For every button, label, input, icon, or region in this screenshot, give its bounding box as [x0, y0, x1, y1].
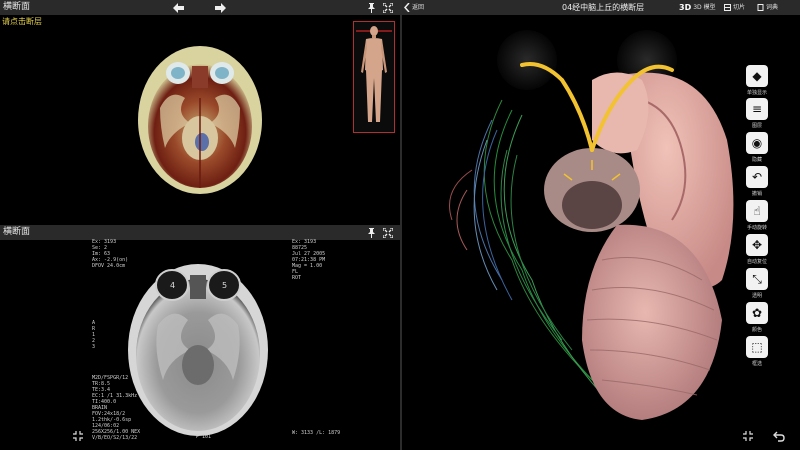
collapse-icon[interactable]	[742, 430, 754, 442]
single-show-icon: ◆	[746, 65, 768, 87]
fullscreen-icon[interactable]	[382, 227, 393, 238]
panel-title: 横断面	[3, 2, 31, 12]
mri-viewer: 横断面 4 5 Ex: 3193 Se: 2 Im: 63 Ax: -2.9(o…	[0, 225, 400, 450]
slice-button[interactable]: 切片	[724, 0, 745, 15]
eye-label-left: 4	[170, 281, 175, 290]
mri-slice-image[interactable]: 4 5	[118, 245, 278, 440]
3d-model-button[interactable]: 3D 3D 模型	[679, 0, 716, 15]
3d-model-viewer: 返回 04经中脑上丘的横断层 3D 3D 模型 切片 词典 ◆ 单独显示 ≡ 图…	[402, 0, 800, 450]
layers-button[interactable]: ≡ 图层	[746, 98, 768, 130]
dictionary-icon	[757, 4, 764, 11]
back-button[interactable]: 返回	[404, 0, 424, 15]
viewer-toolbar: 横断面	[0, 225, 400, 240]
single-show-button[interactable]: ◆ 单独显示	[746, 65, 768, 97]
model-title: 04经中脑上丘的横断层	[562, 3, 645, 12]
undo-icon: ↶	[746, 166, 768, 188]
arrow-right-icon[interactable]	[214, 2, 226, 14]
panel-title: 横断面	[3, 227, 31, 237]
touch-rotate-icon: ☝	[746, 200, 768, 222]
eye-icon: ◉	[746, 132, 768, 154]
layers-icon: ≡	[746, 98, 768, 120]
slice-icon	[724, 4, 731, 11]
palette-icon: ✿	[746, 302, 768, 324]
cross-section-viewer: 横断面 请点击断层	[0, 0, 400, 225]
click-slice-hint: 请点击断层	[2, 17, 42, 26]
return-icon[interactable]	[772, 429, 786, 443]
mri-info-top-left: Ex: 3193 Se: 2 Im: 63 Ax: -2.9(on) DFOV …	[92, 239, 129, 269]
eye-label-right: 5	[222, 281, 227, 290]
brain-3d-model[interactable]	[442, 20, 742, 430]
collapse-icon[interactable]	[72, 430, 84, 442]
mri-info-top-right: Ex: 3193 88725 Jul 27 2005 07:21:38 PM M…	[292, 239, 326, 281]
color-button[interactable]: ✿ 颜色	[746, 302, 768, 334]
fullscreen-icon[interactable]	[382, 2, 393, 13]
transparent-icon: ⤡	[746, 268, 768, 290]
select-icon: ⬚	[746, 336, 768, 358]
mri-info-left-marks: A R 1 2 3	[92, 320, 96, 350]
3d-view-icon: 3D	[679, 3, 692, 12]
viewer-toolbar: 横断面	[0, 0, 400, 15]
body-silhouette-icon	[356, 26, 392, 122]
back-label: 返回	[412, 4, 425, 11]
chevron-left-icon	[404, 3, 410, 12]
auto-reset-button[interactable]: ✥ 自动复位	[746, 234, 768, 266]
dictionary-button[interactable]: 词典	[757, 0, 778, 15]
anatomical-slice-image[interactable]	[130, 38, 270, 198]
hide-button[interactable]: ◉ 隐藏	[746, 132, 768, 164]
auto-reset-icon: ✥	[746, 234, 768, 256]
arrow-left-icon[interactable]	[172, 2, 184, 14]
transparent-button[interactable]: ⤡ 透明	[746, 268, 768, 300]
mri-info-bottom-right: W: 3133 /L: 1879	[292, 430, 341, 436]
undo-button[interactable]: ↶ 撤销	[746, 166, 768, 198]
mri-info-bottom-center: P 101	[196, 434, 212, 440]
body-locator-thumbnail[interactable]	[353, 21, 395, 133]
select-button[interactable]: ⬚ 框选	[746, 336, 768, 368]
manual-rotate-button[interactable]: ☝ 手动旋转	[746, 200, 768, 232]
pin-icon[interactable]	[366, 227, 377, 238]
model-toolbar: 返回 04经中脑上丘的横断层 3D 3D 模型 切片 词典	[402, 0, 800, 15]
mri-info-bottom-left: M2D/FSPGR/12 TR:8.5 TE:3.4 EC:1 /1 31.3k…	[92, 375, 141, 441]
pin-icon[interactable]	[366, 2, 377, 13]
